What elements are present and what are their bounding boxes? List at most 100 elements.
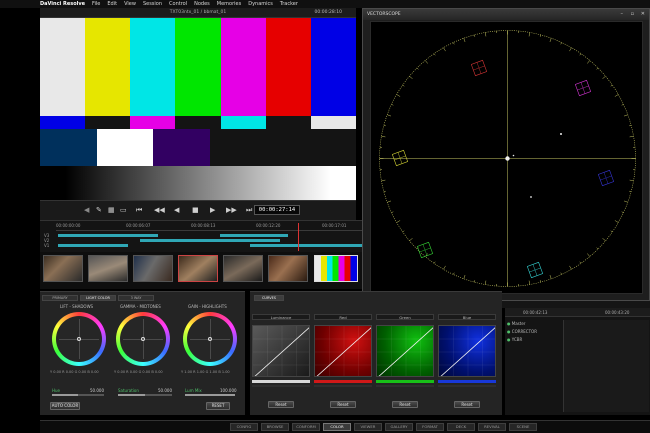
scope-title-bar[interactable]: VECTORSCOPE – ▫ ✕ (363, 9, 649, 20)
marker-icon[interactable]: ◀ (84, 206, 89, 214)
tab-3-way[interactable]: 3 WAY (118, 295, 154, 301)
curve-line[interactable] (377, 326, 434, 377)
clip-thumbnail[interactable] (133, 255, 173, 282)
gamma-wheel[interactable] (116, 312, 170, 366)
record-timecode[interactable]: 00:00:27:14 (254, 205, 300, 215)
page-tab-color[interactable]: COLOR (323, 423, 351, 431)
lift-wheel[interactable] (52, 312, 106, 366)
hue-value[interactable]: 50.000 (90, 388, 104, 393)
scope-tick (387, 200, 392, 203)
menu-session[interactable]: Session (143, 1, 162, 7)
page-tab-gallery[interactable]: GALLERY (385, 423, 413, 431)
luminance-reset-button[interactable]: Reset (268, 401, 294, 408)
node-ruler[interactable]: 00:00:42:13 00:00:43:20 (505, 308, 650, 317)
gamma-label: GAMMA - MIDTONES (120, 304, 161, 309)
menu-dynamics[interactable]: Dynamics (248, 1, 273, 7)
tab-primary[interactable]: PRIMARY (42, 295, 78, 301)
green-curve[interactable] (376, 325, 434, 377)
menu-control[interactable]: Control (169, 1, 187, 7)
curve-graph[interactable] (377, 326, 434, 377)
page-tab-format[interactable]: FORMAT (416, 423, 444, 431)
luminance-curve[interactable] (252, 325, 310, 377)
menu-tracker[interactable]: Tracker (280, 1, 298, 7)
clip-bar[interactable] (220, 234, 288, 237)
vectorscope-display (370, 21, 643, 294)
reverse-icon[interactable]: ◀ (174, 206, 179, 214)
loop-icon[interactable]: ▭ (120, 206, 127, 214)
blue-reset-button[interactable]: Reset (454, 401, 480, 408)
go-end-icon[interactable]: ⏭ (246, 206, 252, 215)
clip-bar[interactable] (250, 244, 366, 247)
scope-window: VECTORSCOPE – ▫ ✕ (362, 8, 650, 301)
clip-bar[interactable] (58, 234, 158, 237)
clip-thumbnail[interactable] (178, 255, 218, 282)
red-curve[interactable] (314, 325, 372, 377)
clip-thumbnail[interactable] (43, 255, 83, 282)
menu-edit[interactable]: Edit (107, 1, 117, 7)
auto-color-button[interactable]: AUTO COLOR (50, 402, 80, 410)
node-row[interactable]: ● CORRECTOR (507, 329, 537, 334)
stop-icon[interactable]: ■ (192, 206, 199, 214)
scope-tick (433, 261, 436, 264)
curve-line[interactable] (439, 326, 496, 377)
tab-light-color[interactable]: LIGHT COLOR (80, 295, 116, 301)
page-tab-deck[interactable]: DECK (447, 423, 475, 431)
curve-graph[interactable] (253, 326, 310, 377)
curve-line[interactable] (315, 326, 372, 377)
reset-button[interactable]: RESET (206, 402, 230, 410)
blue-curve[interactable] (438, 325, 496, 377)
curve-graph[interactable] (315, 326, 372, 377)
hue-slider[interactable] (52, 394, 104, 396)
curve-graph[interactable] (439, 326, 496, 377)
gain-wheel[interactable] (183, 312, 237, 366)
page-tab-conform[interactable]: CONFORM (292, 423, 320, 431)
gamma-wheel-handle[interactable] (141, 337, 145, 341)
lum-mix-value[interactable]: 100.000 (220, 388, 237, 393)
curve-line[interactable] (253, 326, 310, 377)
clip-thumbnail-active[interactable] (314, 255, 358, 282)
page-tab-config[interactable]: CONFIG (230, 423, 258, 431)
clip-thumbnail[interactable] (88, 255, 128, 282)
gain-wheel-handle[interactable] (208, 337, 212, 341)
page-tab-browse[interactable]: BROWSE (261, 423, 289, 431)
playhead[interactable] (298, 223, 299, 251)
gain-label: GAIN - HIGHLIGHTS (188, 304, 227, 309)
maximize-icon[interactable]: ▫ (631, 11, 634, 17)
color-bar (130, 116, 176, 129)
node-graph-area[interactable] (563, 320, 649, 412)
scope-tick (623, 114, 628, 117)
minimize-icon[interactable]: – (621, 11, 624, 17)
node-row[interactable]: ● Master (507, 321, 525, 326)
clip-thumbnail[interactable] (223, 255, 263, 282)
clip-bar[interactable] (140, 239, 280, 242)
scope-tick (528, 280, 530, 285)
green-reset-button[interactable]: Reset (392, 401, 418, 408)
menu-nodes[interactable]: Nodes (194, 1, 210, 7)
red-reset-button[interactable]: Reset (330, 401, 356, 408)
saturation-value[interactable]: 50.000 (158, 388, 172, 393)
page-tab-viewer[interactable]: VIEWER (354, 423, 382, 431)
page-tab-revival[interactable]: REVIVAL (478, 423, 506, 431)
node-row[interactable]: ● YCBR (507, 337, 522, 342)
scope-tick (383, 125, 386, 127)
scope-tick (396, 94, 401, 97)
play-icon[interactable]: ▶ (210, 206, 215, 214)
pen-icon[interactable]: ✎ (96, 206, 102, 214)
close-icon[interactable]: ✕ (641, 11, 645, 17)
scope-tick (474, 34, 476, 37)
menu-view[interactable]: View (124, 1, 136, 7)
menu-memories[interactable]: Memories (217, 1, 241, 7)
clip-thumbnail[interactable] (268, 255, 308, 282)
scope-target-mark (397, 152, 403, 164)
lift-wheel-handle[interactable] (77, 337, 81, 341)
page-tab-scene[interactable]: SCENE (509, 423, 537, 431)
tab-curves[interactable]: CURVES (254, 295, 284, 301)
fast-forward-icon[interactable]: ▶▶ (226, 206, 237, 214)
rewind-icon[interactable]: ◀◀ (154, 206, 165, 214)
lum-mix-slider[interactable] (185, 394, 235, 396)
clip-bar[interactable] (58, 244, 128, 247)
go-start-icon[interactable]: ⏮ (136, 206, 142, 215)
menu-file[interactable]: File (92, 1, 100, 7)
saturation-slider[interactable] (118, 394, 172, 396)
grid-icon[interactable]: ▦ (108, 206, 115, 214)
